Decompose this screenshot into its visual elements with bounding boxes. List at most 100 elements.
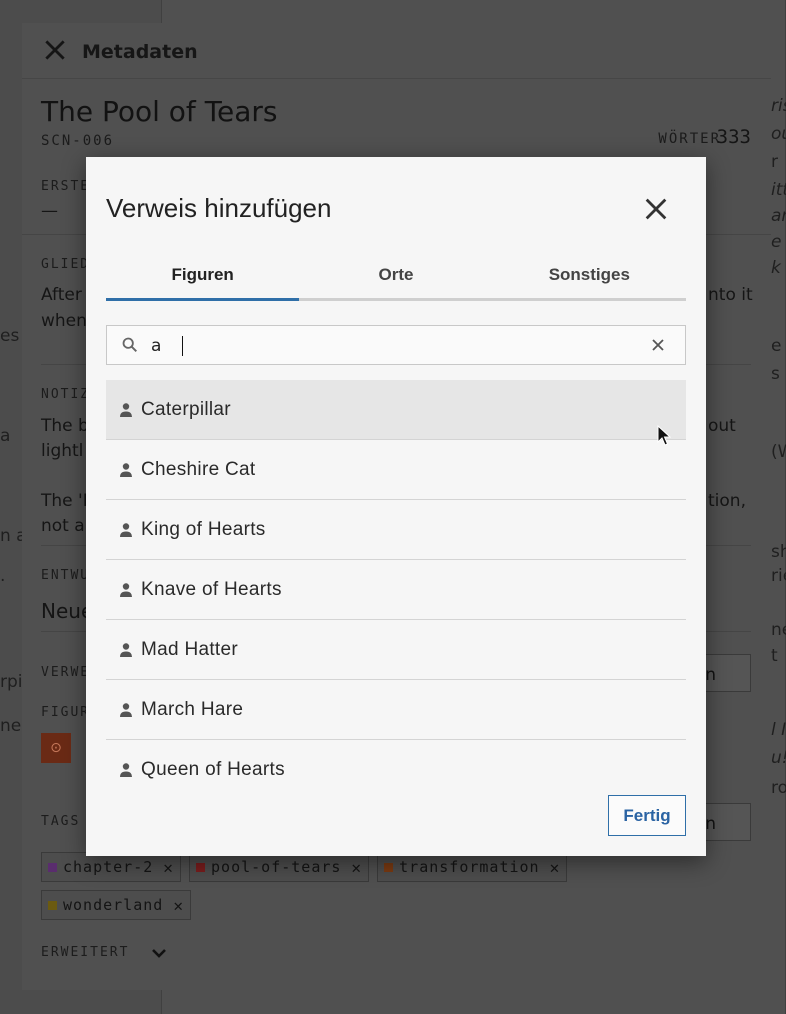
list-item[interactable]: King of Hearts — [106, 500, 686, 560]
bg-fragment: ro — [771, 778, 786, 798]
scene-title: The Pool of Tears — [41, 95, 278, 128]
bg-fragment: sh — [771, 542, 786, 562]
bg-fragment: es — [0, 326, 20, 346]
mouse-cursor-icon — [657, 425, 671, 446]
bg-fragment: r — [771, 152, 778, 172]
list-item-label: Mad Hatter — [141, 638, 238, 660]
word-count-label: WÖRTER — [658, 131, 721, 147]
text-caret — [182, 336, 183, 356]
created-label: ERSTE — [41, 179, 91, 194]
result-list: Caterpillar Cheshire Cat King of Hearts … — [106, 380, 686, 780]
person-icon — [120, 702, 132, 717]
metadata-title: Metadaten — [82, 41, 198, 63]
tab-orte[interactable]: Orte — [299, 257, 492, 298]
bg-fragment: a — [0, 426, 11, 446]
outline-text-right: nto it — [708, 285, 753, 305]
notes-text-right: tion, — [708, 491, 746, 511]
chevron-down-icon[interactable] — [149, 943, 169, 963]
list-item-label: Knave of Hearts — [141, 578, 282, 600]
bg-fragment: ou — [771, 124, 786, 144]
character-chip[interactable]: ⊙ — [41, 733, 71, 763]
bg-fragment: ne — [771, 620, 786, 640]
bg-fragment: rie — [771, 566, 786, 586]
notes-text: not a — [41, 516, 85, 536]
tag-list: chapter-2 ✕ pool-of-tears ✕ transformation… — [41, 852, 661, 928]
bg-fragment: s — [771, 364, 780, 384]
tab-bar: Figuren Orte Sonstiges — [106, 257, 686, 301]
list-item-label: Caterpillar — [141, 398, 231, 420]
person-icon — [120, 402, 132, 417]
scene-id: SCN-006 — [41, 133, 115, 149]
tag-color-swatch — [196, 862, 206, 872]
list-item[interactable]: Caterpillar — [106, 380, 686, 440]
clear-icon[interactable] — [650, 337, 666, 353]
outline-text: After — [41, 285, 82, 305]
bg-fragment: k — [771, 258, 781, 278]
list-item[interactable]: Queen of Hearts — [106, 740, 686, 780]
bg-fragment: e i — [771, 336, 786, 356]
list-item-label: King of Hearts — [141, 518, 266, 540]
person-icon — [120, 763, 132, 777]
tag-color-swatch — [48, 900, 57, 910]
tag-color-swatch — [384, 862, 394, 872]
search-icon — [122, 337, 138, 353]
tag-label: chapter-2 — [63, 858, 154, 876]
tag-chip[interactable]: pool-of-tears ✕ — [189, 852, 370, 882]
search-box — [106, 325, 686, 365]
advanced-label[interactable]: ERWEITERT — [41, 945, 129, 960]
remove-icon[interactable]: ✕ — [351, 858, 362, 877]
tag-label: pool-of-tears — [211, 858, 342, 876]
tag-color-swatch — [48, 862, 57, 872]
bg-fragment: . — [0, 566, 6, 586]
remove-icon[interactable]: ✕ — [173, 896, 184, 915]
tag-chip[interactable]: transformation ✕ — [377, 852, 568, 882]
remove-icon[interactable]: ✕ — [163, 858, 174, 877]
references-label: VERWE — [41, 665, 91, 680]
notes-label: NOTIZ — [41, 387, 91, 402]
tab-sonstiges[interactable]: Sonstiges — [493, 257, 686, 298]
created-value: — — [41, 201, 58, 221]
search-input[interactable] — [151, 332, 631, 360]
drafts-label: ENTWU — [41, 568, 91, 583]
person-icon — [120, 522, 132, 537]
list-item[interactable]: Cheshire Cat — [106, 440, 686, 500]
list-item-label: March Hare — [141, 698, 244, 720]
bg-fragment: rpi — [0, 672, 23, 692]
close-icon[interactable] — [42, 37, 68, 63]
tag-label: transformation — [399, 858, 540, 876]
list-item[interactable]: Knave of Hearts — [106, 560, 686, 620]
close-icon[interactable] — [642, 195, 670, 223]
bg-fragment: itt — [771, 180, 786, 200]
bg-fragment: e — [771, 232, 782, 252]
notes-text-right: out — [708, 416, 736, 436]
word-count-value: 333 — [716, 126, 751, 148]
bg-fragment: t — [771, 646, 778, 666]
dialog-title: Verweis hinzufügen — [106, 193, 332, 223]
tab-figuren[interactable]: Figuren — [106, 257, 300, 301]
notes-text: lightl — [41, 441, 84, 461]
tag-chip[interactable]: wonderland ✕ — [41, 890, 191, 920]
list-item-label: Cheshire Cat — [141, 458, 256, 480]
outline-text: when — [41, 311, 87, 331]
outline-label: GLIED — [41, 257, 91, 272]
list-item-label: Queen of Hearts — [141, 759, 285, 780]
notes-text: The b — [41, 416, 89, 436]
add-reference-dialog: Verweis hinzufügen Figuren Orte Sonstige… — [86, 157, 706, 856]
remove-icon[interactable]: ✕ — [550, 858, 561, 877]
tag-label: wonderland — [63, 896, 164, 914]
list-item[interactable]: Mad Hatter — [106, 620, 686, 680]
bg-fragment: l I — [771, 720, 786, 740]
list-item[interactable]: March Hare — [106, 680, 686, 740]
bg-fragment: an — [771, 206, 786, 226]
bg-fragment: ne — [0, 716, 22, 736]
person-icon — [120, 462, 132, 477]
person-icon — [120, 582, 132, 597]
tag-chip[interactable]: chapter-2 ✕ — [41, 852, 181, 882]
done-button[interactable]: Fertig — [608, 795, 686, 836]
metadata-header: Metadaten — [22, 23, 771, 79]
bg-fragment: u! — [771, 748, 786, 768]
person-icon — [120, 642, 132, 657]
bg-fragment: (W — [771, 442, 786, 462]
tags-label: TAGS — [41, 814, 81, 829]
bg-fragment: ris — [771, 96, 786, 116]
